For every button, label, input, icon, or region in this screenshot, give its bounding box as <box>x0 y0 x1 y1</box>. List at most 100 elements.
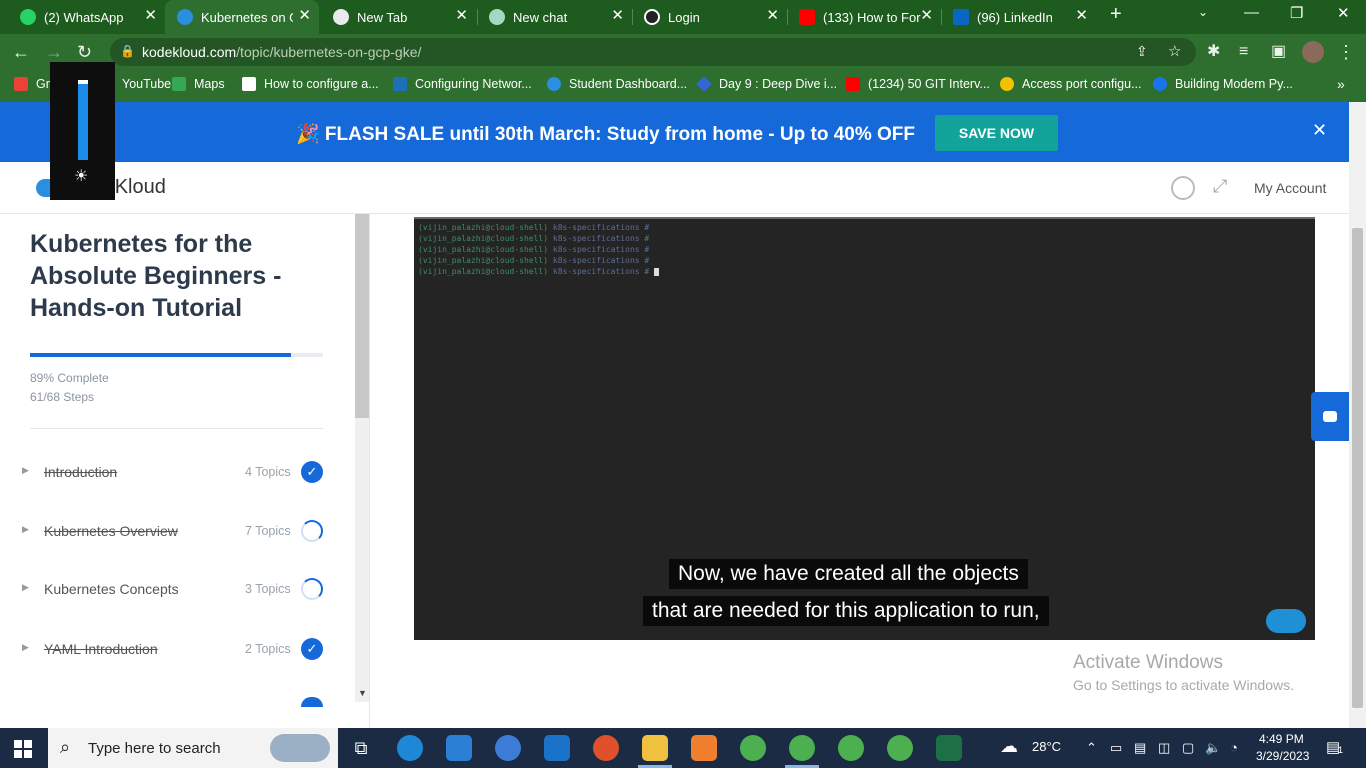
expand-triangle-icon[interactable]: ▶ <box>22 642 29 653</box>
share-icon[interactable]: ⇪ <box>1136 43 1148 60</box>
lesson-yaml-introduction[interactable]: ▶ YAML Introduction 2 Topics ✓ <box>22 634 332 664</box>
taskbar-search-box[interactable]: ⌕ Type here to search <box>48 728 338 768</box>
bookmark-star-icon[interactable]: ☆ <box>1168 42 1181 60</box>
terminal-line: (vijin_palazhi@cloud-shell) k8s-specific… <box>418 256 649 265</box>
close-tab-icon[interactable]: ✕ <box>920 8 933 24</box>
store-icon[interactable] <box>446 735 472 761</box>
chat-button[interactable] <box>1311 392 1349 441</box>
close-tab-icon[interactable]: ✕ <box>298 8 311 24</box>
battery-icon[interactable]: ▭ <box>1110 740 1122 756</box>
side-panel-icon[interactable]: ▣ <box>1271 42 1286 62</box>
page-scrollbar[interactable] <box>1349 102 1366 728</box>
expand-triangle-icon[interactable]: ▶ <box>22 465 29 476</box>
bookmark-how-to-configure[interactable]: How to configure a... <box>242 77 379 91</box>
lesson-kubernetes-concepts[interactable]: ▶ Kubernetes Concepts 3 Topics <box>22 574 332 604</box>
weather-icon[interactable]: ☁ <box>1000 736 1018 757</box>
bookmark-configuring-network[interactable]: Configuring Networ... <box>393 77 532 91</box>
fullscreen-icon[interactable]: ⤢ <box>1213 176 1227 197</box>
url-text: kodekloud.com/topic/kubernetes-on-gcp-gk… <box>142 44 421 60</box>
bookmark-building-modern[interactable]: Building Modern Py... <box>1153 77 1293 91</box>
excel-icon[interactable] <box>936 735 962 761</box>
address-bar[interactable]: 🔒 kodekloud.com/topic/kubernetes-on-gcp-… <box>110 38 1196 66</box>
forward-icon[interactable]: → <box>45 42 63 62</box>
restore-button[interactable]: ❐ <box>1290 4 1303 22</box>
lesson-introduction[interactable]: ▶ Introduction 4 Topics ✓ <box>22 457 332 487</box>
tab-login[interactable]: Login ✕ <box>632 0 787 34</box>
tab-new-tab[interactable]: New Tab ✕ <box>321 0 476 34</box>
start-button[interactable] <box>14 740 32 758</box>
chrome-icon[interactable] <box>887 735 913 761</box>
lesson-kubernetes-overview[interactable]: ▶ Kubernetes Overview 7 Topics <box>22 516 332 546</box>
bookmark-git-interview[interactable]: (1234) 50 GIT Interv... <box>846 77 990 91</box>
tab-kodekloud[interactable]: Kubernetes on GCP ✕ <box>165 0 319 34</box>
back-icon[interactable]: ← <box>12 42 30 62</box>
clock-time[interactable]: 4:49 PM <box>1259 732 1304 746</box>
lesson-name[interactable]: Introduction <box>44 464 117 480</box>
video-player[interactable]: (vijin_palazhi@cloud-shell) k8s-specific… <box>414 217 1315 640</box>
close-tab-icon[interactable]: ✕ <box>455 8 468 24</box>
bookmark-day9[interactable]: Day 9 : Deep Dive i... <box>696 76 837 92</box>
file-explorer-icon[interactable] <box>642 735 668 761</box>
close-banner-icon[interactable]: ✕ <box>1312 120 1327 141</box>
page-scroll-thumb[interactable] <box>1352 228 1363 708</box>
reload-icon[interactable]: ↻ <box>77 42 92 62</box>
bookmark-label: Maps <box>194 77 225 91</box>
scroll-down-arrow-icon[interactable]: ▼ <box>358 688 367 698</box>
volume-icon[interactable]: 🔈 <box>1205 740 1221 756</box>
task-view-icon[interactable]: ⧉ <box>348 735 374 761</box>
mail-icon[interactable] <box>544 735 570 761</box>
profile-avatar[interactable] <box>1302 41 1324 63</box>
lesson-name[interactable]: Kubernetes Concepts <box>44 581 179 597</box>
chrome-icon[interactable] <box>740 735 766 761</box>
app-tray-icon[interactable]: ◫ <box>1158 740 1170 756</box>
camera-icon[interactable]: ▢ <box>1182 740 1194 756</box>
weather-temperature[interactable]: 28°C <box>1032 739 1061 754</box>
bookmark-maps[interactable]: Maps <box>172 77 225 91</box>
close-tab-icon[interactable]: ✕ <box>1075 8 1088 24</box>
lesson-topic-count: 4 Topics <box>245 465 291 479</box>
more-bookmarks-icon[interactable]: » <box>1337 76 1345 92</box>
chrome-profile-icon[interactable] <box>838 735 864 761</box>
expand-triangle-icon[interactable]: ▶ <box>22 524 29 535</box>
save-now-button[interactable]: SAVE NOW <box>935 115 1058 151</box>
brightness-overlay[interactable]: ☀ <box>50 62 115 200</box>
terminal-line: (vijin_palazhi@cloud-shell) k8s-specific… <box>418 234 649 243</box>
sidebar-scrollbar[interactable]: ▼ <box>355 214 369 702</box>
bookmark-access-port[interactable]: Access port configu... <box>1000 77 1142 91</box>
app-icon[interactable] <box>495 735 521 761</box>
expand-triangle-icon[interactable]: ▶ <box>22 582 29 593</box>
browser-menu-icon[interactable]: ⋮ <box>1337 42 1355 62</box>
tab-new-chat[interactable]: New chat ✕ <box>477 0 632 34</box>
my-account-link[interactable]: My Account <box>1254 180 1326 196</box>
app-icon[interactable] <box>691 735 717 761</box>
lesson-name[interactable]: YAML Introduction <box>44 641 158 657</box>
bookmark-student-dashboard[interactable]: Student Dashboard... <box>547 77 687 91</box>
close-tab-icon[interactable]: ✕ <box>144 8 157 24</box>
minimize-button[interactable]: — <box>1244 4 1259 21</box>
tab-linkedin[interactable]: (96) LinkedIn ✕ <box>941 0 1096 34</box>
close-tab-icon[interactable]: ✕ <box>611 8 624 24</box>
network-device-icon[interactable]: ▤ <box>1134 740 1146 756</box>
sidebar-scroll-thumb[interactable] <box>355 214 369 418</box>
tab-whatsapp[interactable]: (2) WhatsApp ✕ <box>8 0 165 34</box>
brightness-slider[interactable] <box>78 80 88 160</box>
close-window-button[interactable]: ✕ <box>1337 4 1350 22</box>
wifi-icon[interactable]: ◔ <box>1230 740 1238 755</box>
tab-search-icon[interactable]: ⌄ <box>1198 5 1208 19</box>
app-icon[interactable] <box>593 735 619 761</box>
tab-youtube[interactable]: (133) How to For ✕ <box>787 0 941 34</box>
brightness-sun-icon: ☀ <box>74 168 89 185</box>
chrome-profile-icon[interactable] <box>789 735 815 761</box>
extensions-icon[interactable]: ✱ <box>1207 42 1220 62</box>
terminal-cursor <box>654 267 660 276</box>
lesson-name[interactable]: Kubernetes Overview <box>44 523 178 539</box>
dark-mode-icon[interactable] <box>1171 176 1195 200</box>
show-hidden-icons-icon[interactable]: ⌃ <box>1086 740 1097 756</box>
close-tab-icon[interactable]: ✕ <box>766 8 779 24</box>
divider <box>30 428 323 429</box>
edge-icon[interactable] <box>397 735 423 761</box>
clock-date[interactable]: 3/29/2023 <box>1256 749 1309 763</box>
lesson-complete-check-icon: ✓ <box>301 461 323 483</box>
new-tab-button[interactable]: + <box>1110 3 1122 26</box>
media-control-icon[interactable]: ≡ <box>1239 42 1248 62</box>
